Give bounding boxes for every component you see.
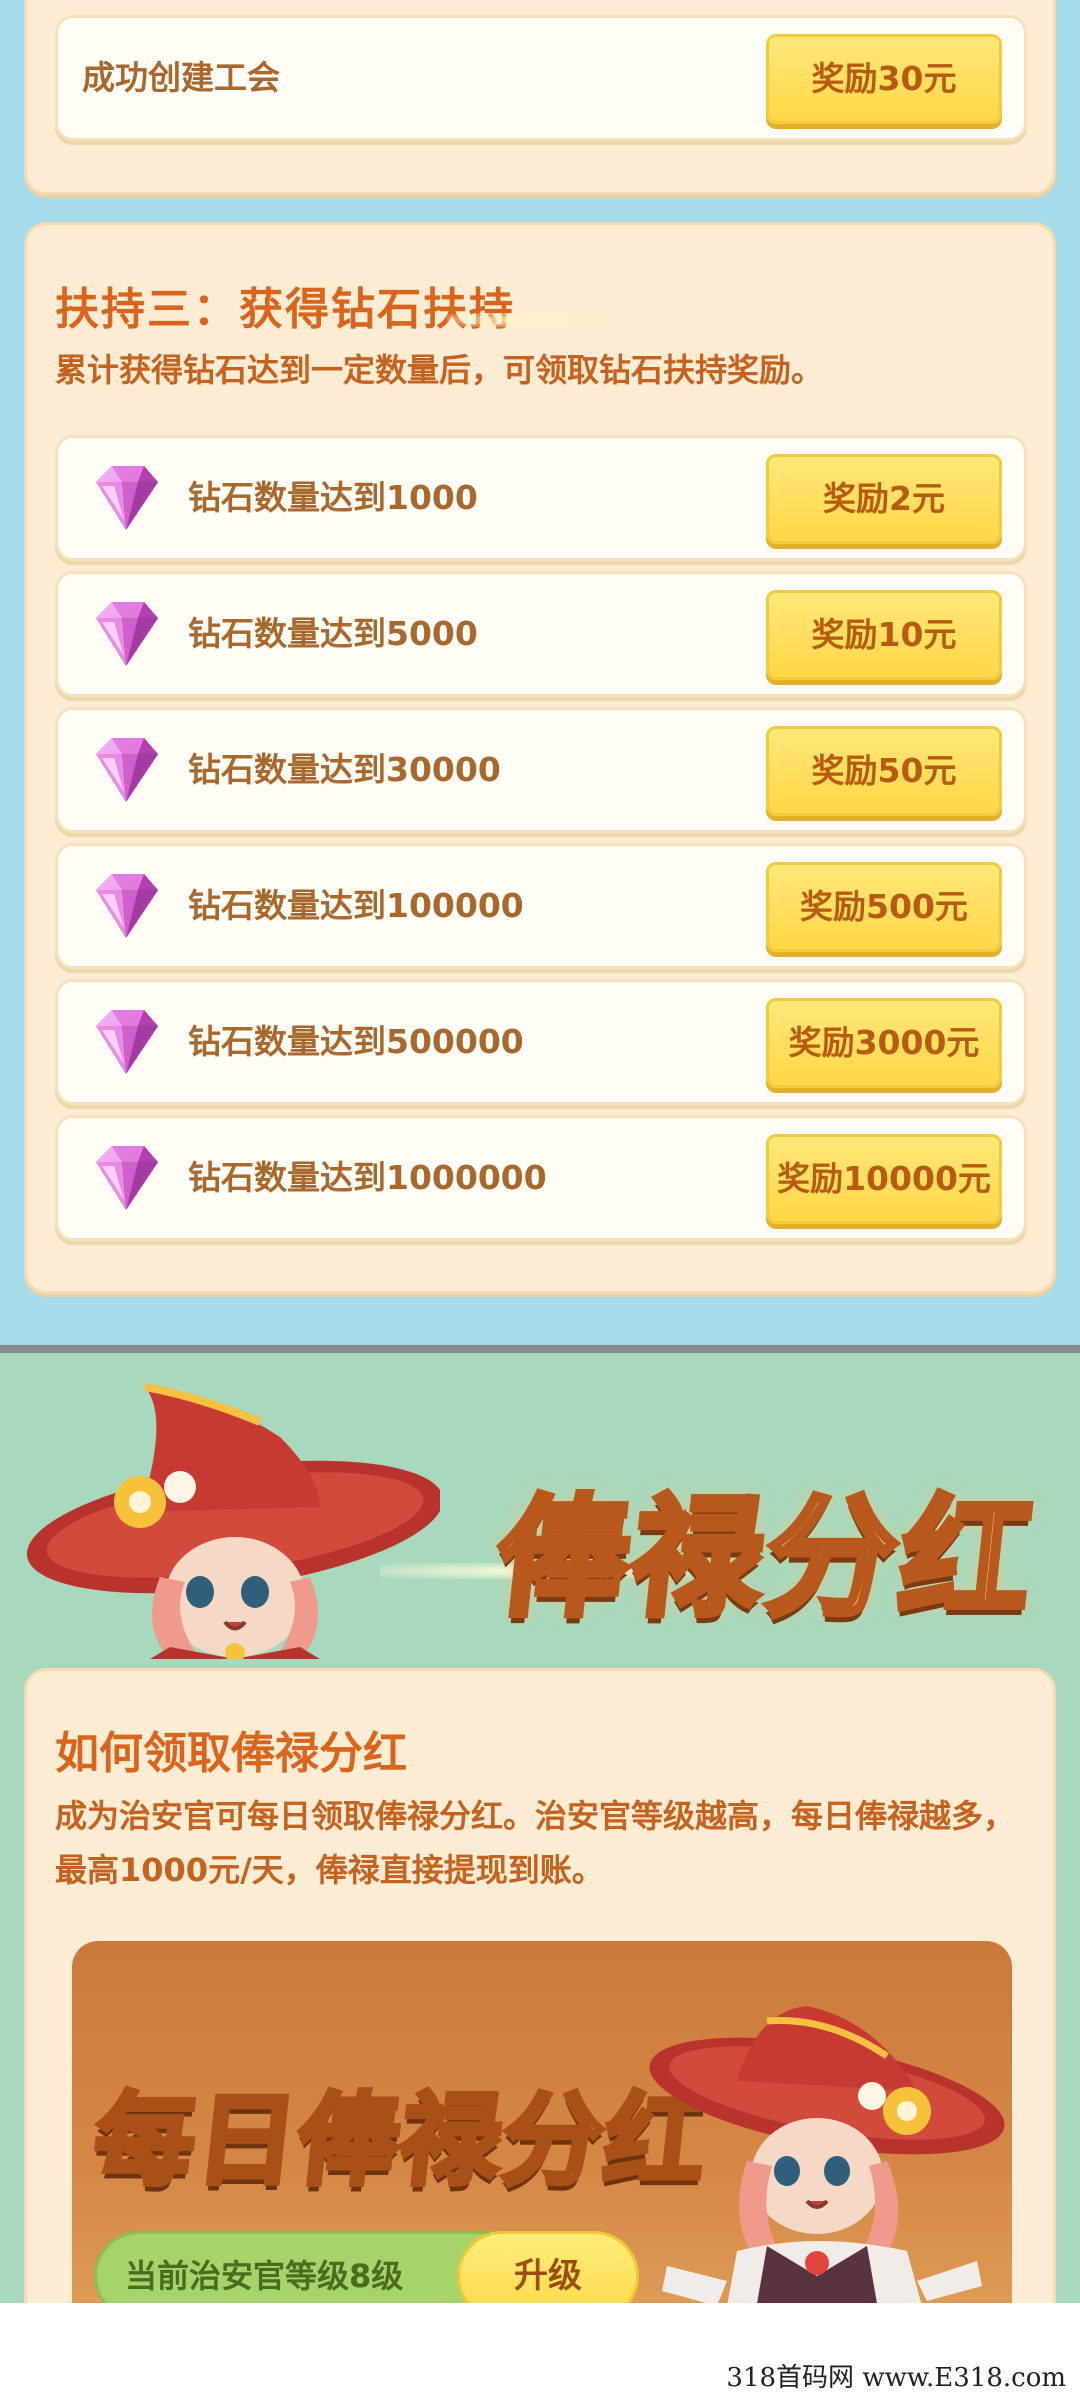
reward-button[interactable]: 奖励3000元 <box>766 998 1002 1088</box>
guild-reward-card: 成功创建工会 奖励30元 <box>24 0 1056 195</box>
sparkle-decoration <box>447 313 597 327</box>
witch-character-illustration <box>649 2006 1005 2303</box>
row-label: 钻石数量达到30000 <box>188 750 501 789</box>
witch-character-illustration <box>26 1383 440 1659</box>
bonus-section: 俸禄分红 如何领取俸禄分红 成为治安官可每日领取俸禄分红。治安官等级越高，每日俸… <box>0 1353 1080 2303</box>
list-item: 钻石数量达到1000000 奖励10000元 <box>55 1115 1027 1241</box>
bonus-info-card: 如何领取俸禄分红 成为治安官可每日领取俸禄分红。治安官等级越高，每日俸禄越多，最… <box>24 1668 1056 2303</box>
row-label: 钻石数量达到5000 <box>188 614 478 653</box>
panel-title: 每日俸禄分红 <box>86 2079 715 2202</box>
reward-button[interactable]: 奖励10000元 <box>766 1134 1002 1224</box>
gem-icon <box>96 602 158 666</box>
gem-icon <box>96 1146 158 1210</box>
section-description: 累计获得钻石达到一定数量后，可领取钻石扶持奖励。 <box>55 351 824 389</box>
row-label: 钻石数量达到1000 <box>188 478 478 517</box>
list-item: 钻石数量达到500000 奖励3000元 <box>55 979 1027 1105</box>
gem-icon <box>96 738 158 802</box>
support-section: 成功创建工会 奖励30元 扶持三：获得钻石扶持 累计获得钻石达到一定数量后，可领… <box>0 0 1080 1345</box>
row-label: 钻石数量达到500000 <box>188 1022 524 1061</box>
row-label: 钻石数量达到1000000 <box>188 1158 547 1197</box>
reward-button[interactable]: 奖励50元 <box>766 726 1002 816</box>
officer-level-bar: 当前治安官等级8级 升级 <box>94 2231 639 2303</box>
reward-button[interactable]: 奖励10元 <box>766 590 1002 680</box>
row-label: 钻石数量达到100000 <box>188 886 524 925</box>
gem-icon <box>96 466 158 530</box>
list-item: 钻石数量达到30000 奖励50元 <box>55 707 1027 833</box>
upgrade-button[interactable]: 升级 <box>457 2231 639 2303</box>
row-label: 成功创建工会 <box>82 58 280 97</box>
section-title: 如何领取俸禄分红 <box>55 1728 407 1779</box>
list-item: 钻石数量达到100000 奖励500元 <box>55 843 1027 969</box>
list-item: 钻石数量达到5000 奖励10元 <box>55 571 1027 697</box>
list-item: 成功创建工会 奖励30元 <box>55 15 1027 141</box>
section-description: 成为治安官可每日领取俸禄分红。治安官等级越高，每日俸禄越多，最高1000元/天，… <box>55 1797 1016 1889</box>
daily-bonus-panel: 每日俸禄分红 当前治安官等级8级 升级 <box>72 1941 1012 2303</box>
list-item: 钻石数量达到1000 奖励2元 <box>55 435 1027 561</box>
reward-button[interactable]: 奖励500元 <box>766 862 1002 952</box>
officer-level-text: 当前治安官等级8级 <box>125 2257 404 2295</box>
reward-button[interactable]: 奖励30元 <box>766 34 1002 124</box>
watermark-text: 318首码网 www.E318.com <box>726 2363 1066 2393</box>
diamond-support-card: 扶持三：获得钻石扶持 累计获得钻石达到一定数量后，可领取钻石扶持奖励。 钻石数量… <box>24 222 1056 1294</box>
reward-button[interactable]: 奖励2元 <box>766 454 1002 544</box>
gem-icon <box>96 1010 158 1074</box>
section-divider <box>0 1345 1080 1353</box>
banner-title: 俸禄分红 <box>488 1478 1046 1637</box>
section-title: 扶持三：获得钻石扶持 <box>55 284 515 335</box>
gem-icon <box>96 874 158 938</box>
